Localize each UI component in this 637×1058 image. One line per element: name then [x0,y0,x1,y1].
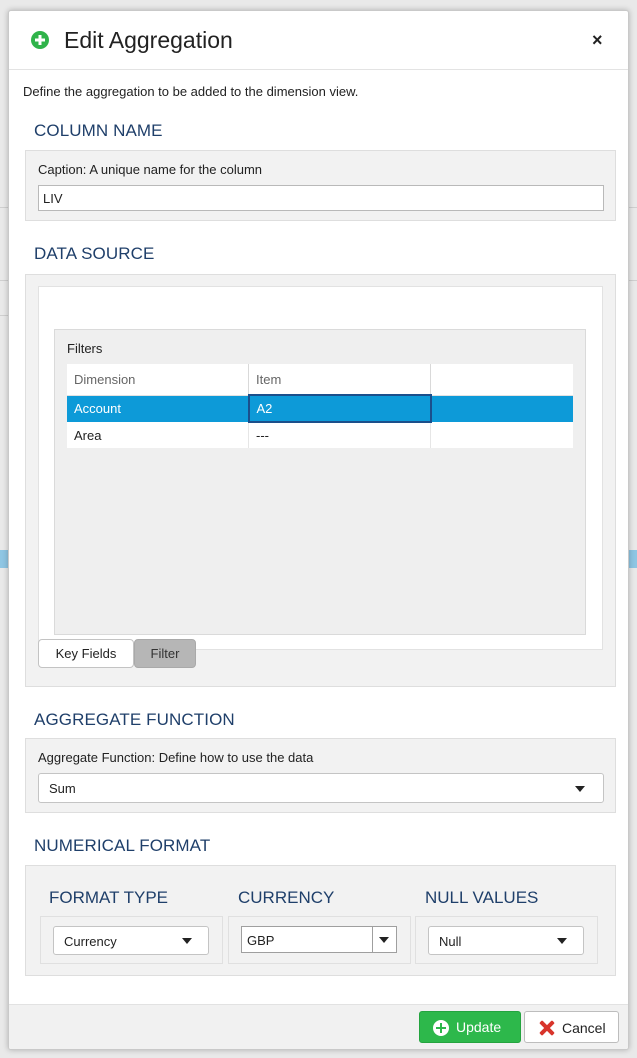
dialog-header: Edit Aggregation × [9,11,628,70]
null-values-cell: Null [415,916,598,964]
currency-cell: GBP [228,916,411,964]
null-values-value: Null [439,934,462,949]
cancel-button[interactable]: Cancel [524,1011,619,1043]
currency-heading: CURRENCY [238,888,335,907]
tab-key-fields[interactable]: Key Fields [38,639,134,668]
filters-grid: Dimension Item Account A2 Area --- [67,364,573,448]
background-divider [0,280,8,281]
column-header-empty [430,364,573,396]
dialog-title: Edit Aggregation [64,27,233,53]
aggregate-function-heading: AGGREGATE FUNCTION [34,710,235,729]
currency-select[interactable]: GBP [241,926,397,953]
close-button[interactable]: × [592,30,603,51]
cancel-button-label: Cancel [562,1020,606,1036]
grid-header-row: Dimension Item [67,364,573,396]
format-type-cell: Currency [40,916,223,964]
chevron-down-icon [575,786,585,792]
row-item-cell[interactable]: --- [248,422,431,448]
tab-filter[interactable]: Filter [134,639,196,668]
background-divider [629,280,637,281]
chevron-down-icon [557,938,567,944]
null-values-heading: NULL VALUES [425,888,539,907]
edit-aggregation-dialog: Edit Aggregation × Define the aggregatio… [8,10,629,1050]
dialog-footer: Update Cancel [9,1004,628,1049]
table-row[interactable]: Account A2 [67,394,573,423]
data-source-panel: Filters Dimension Item Account A2 Area -… [25,274,616,687]
column-name-panel: Caption: A unique name for the column LI… [25,150,616,221]
background-selection [629,550,637,568]
row-dimension-cell[interactable]: Area [67,422,249,448]
row-item-cell[interactable]: A2 [247,394,432,423]
dialog-intro: Define the aggregation to be added to th… [23,84,359,99]
row-empty-cell [430,422,573,448]
close-icon [539,1020,555,1036]
aggregate-function-panel: Aggregate Function: Define how to use th… [25,738,616,813]
table-row[interactable]: Area --- [67,422,573,448]
aggregate-function-select[interactable]: Sum [38,773,604,803]
format-type-value: Currency [64,934,117,949]
update-button[interactable]: Update [419,1011,521,1043]
column-header-dimension[interactable]: Dimension [67,364,249,396]
data-source-content: Filters Dimension Item Account A2 Area -… [38,286,603,650]
background-divider [0,315,8,316]
numerical-format-heading: NUMERICAL FORMAT [34,836,211,855]
background-divider [629,207,637,208]
data-source-heading: DATA SOURCE [34,244,155,263]
select-divider [372,927,373,952]
chevron-down-icon [182,938,192,944]
background-selection [0,550,8,568]
caption-label: Caption: A unique name for the column [38,162,263,177]
caption-input[interactable]: LIV [38,185,604,211]
background-divider [0,207,8,208]
row-dimension-cell[interactable]: Account [67,395,249,422]
aggregate-function-label: Aggregate Function: Define how to use th… [38,750,314,765]
chevron-down-icon [379,937,389,943]
update-button-label: Update [456,1019,502,1035]
currency-value: GBP [247,933,275,948]
filters-box: Filters Dimension Item Account A2 Area -… [54,329,586,635]
format-type-heading: FORMAT TYPE [49,888,169,907]
aggregate-function-value: Sum [49,781,76,796]
column-header-item[interactable]: Item [248,364,431,396]
row-empty-cell [430,395,573,422]
numerical-format-panel: FORMAT TYPE CURRENCY NULL VALUES Currenc… [25,865,616,976]
format-type-select[interactable]: Currency [53,926,209,955]
column-name-heading: COLUMN NAME [34,121,163,140]
add-circle-icon [31,31,49,49]
add-circle-icon-mark [433,1020,449,1036]
filters-label: Filters [67,341,103,356]
null-values-select[interactable]: Null [428,926,584,955]
